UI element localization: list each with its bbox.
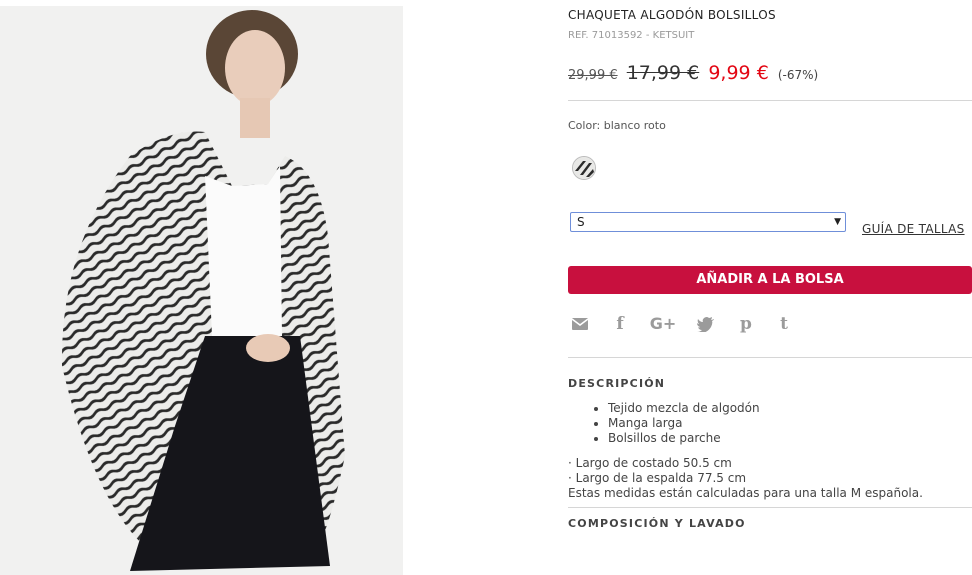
google-plus-icon[interactable]: G+ <box>648 312 678 336</box>
previous-price: 17,99 € <box>626 62 700 84</box>
divider <box>568 100 972 101</box>
divider <box>568 357 972 358</box>
description-heading[interactable]: DESCRIPCIÓN <box>568 377 665 390</box>
product-image[interactable] <box>0 6 403 575</box>
size-guide-link[interactable]: GUÍA DE TALLAS <box>862 222 965 236</box>
original-price: 29,99 € <box>568 68 618 83</box>
measure-line: · Largo de la espalda 77.5 cm <box>568 471 747 485</box>
price-block: 29,99 € 17,99 € 9,99 € (-67%) <box>568 62 818 92</box>
description-list: Tejido mezcla de algodón Manga larga Bol… <box>592 401 760 446</box>
composition-heading[interactable]: COMPOSICIÓN Y LAVADO <box>568 517 746 530</box>
measure-line: Estas medidas están calculadas para una … <box>568 486 923 500</box>
list-item: Tejido mezcla de algodón <box>592 401 760 416</box>
measure-line: · Largo de costado 50.5 cm <box>568 456 732 470</box>
facebook-icon[interactable]: f <box>608 312 632 336</box>
size-selected-value: S <box>577 215 585 229</box>
product-reference: REF. 71013592 - KETSUIT <box>568 30 695 41</box>
twitter-icon[interactable] <box>694 312 718 336</box>
pinterest-icon[interactable]: p <box>734 312 758 336</box>
mail-icon[interactable] <box>568 312 592 336</box>
list-item: Bolsillos de parche <box>592 431 760 446</box>
discount-badge: (-67%) <box>777 68 819 82</box>
add-to-bag-button[interactable]: AÑADIR A LA BOLSA <box>568 266 972 294</box>
zebra-print-swatch-icon[interactable] <box>572 156 596 180</box>
divider <box>568 507 972 508</box>
sale-price: 9,99 € <box>708 62 769 84</box>
measurements-text: · Largo de costado 50.5 cm · Largo de la… <box>568 456 923 501</box>
size-select[interactable]: S ▼ <box>570 212 846 232</box>
tumblr-icon[interactable]: t <box>772 312 796 336</box>
list-item: Manga larga <box>592 416 760 431</box>
product-title: CHAQUETA ALGODÓN BOLSILLOS <box>568 8 776 22</box>
color-label: Color: blanco roto <box>568 119 666 132</box>
chevron-down-icon: ▼ <box>834 217 841 227</box>
